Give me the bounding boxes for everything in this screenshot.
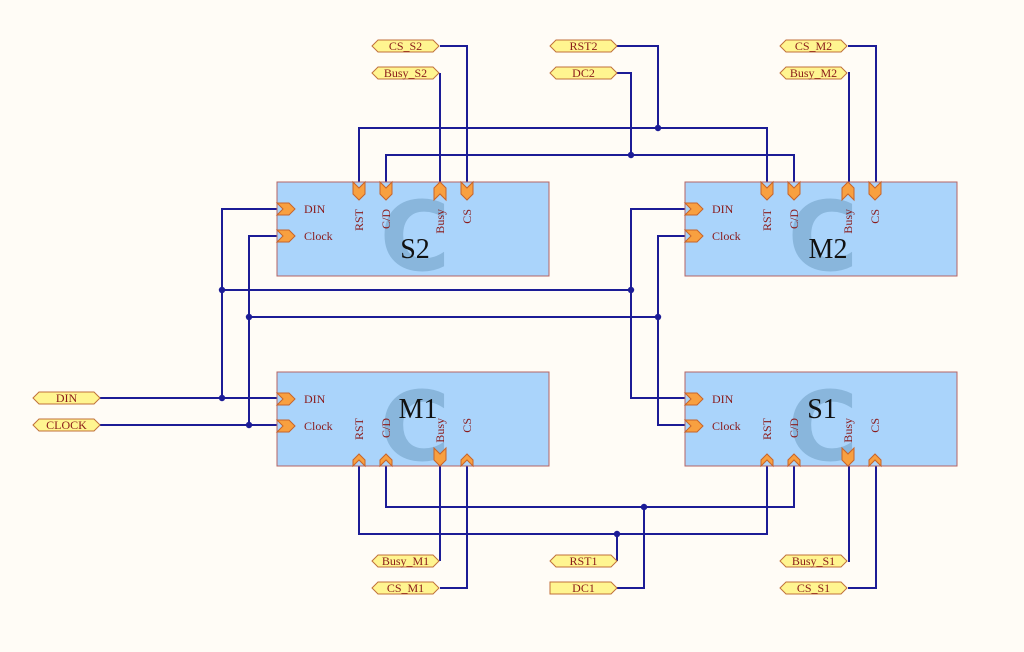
port-label: Busy_S2 <box>384 66 427 80</box>
wire-clock-s2[interactable] <box>248 235 277 425</box>
junction-dot <box>218 394 226 402</box>
port-busy-m2[interactable]: Busy_M2 <box>779 66 848 80</box>
pin-label: CS <box>460 209 474 224</box>
block-label: S1 <box>807 394 837 425</box>
block-label: M2 <box>809 234 848 265</box>
pin-label: Busy <box>433 418 447 443</box>
pin-label: CS <box>868 418 882 433</box>
port-label: CS_M1 <box>387 581 424 595</box>
pin-label: Busy <box>433 209 447 234</box>
port-cs-s1[interactable]: CS_S1 <box>779 581 848 595</box>
pin-label: RST <box>352 417 366 440</box>
wire-cs-s1[interactable] <box>848 466 877 589</box>
port-cs-m1[interactable]: CS_M1 <box>371 581 440 595</box>
wire-rst2[interactable] <box>617 45 659 128</box>
pin-label: C/D <box>379 209 393 229</box>
port-dc1[interactable]: DC1 <box>549 581 618 595</box>
port-rst1[interactable]: RST1 <box>549 554 618 568</box>
port-label: DC2 <box>572 66 595 80</box>
port-dc2[interactable]: DC2 <box>549 66 618 80</box>
wire-cs-m2[interactable] <box>848 45 877 182</box>
port-cs-s2[interactable]: CS_S2 <box>371 39 440 53</box>
port-label: Busy_S1 <box>792 554 835 568</box>
pin-label: Clock <box>304 419 333 433</box>
block-s1[interactable]: CS1DINClock RST C/D Busy CS <box>683 371 958 483</box>
wire-dc1[interactable] <box>617 507 645 589</box>
pin-label: C/D <box>379 418 393 438</box>
pin-label: Busy <box>841 209 855 234</box>
pin-label: CS <box>460 418 474 433</box>
junction-dot <box>654 124 662 132</box>
wire-cs-s2[interactable] <box>440 45 468 182</box>
pin-label: Clock <box>712 419 741 433</box>
pin-label: RST <box>760 417 774 440</box>
block-label: M1 <box>399 394 438 425</box>
port-cs-m2[interactable]: CS_M2 <box>779 39 848 53</box>
pin-label: DIN <box>304 202 326 216</box>
port-din[interactable]: DIN <box>32 391 101 405</box>
block-label: S2 <box>400 234 430 265</box>
junction-dot <box>245 421 253 429</box>
pin-label: DIN <box>304 392 326 406</box>
port-label: CS_S1 <box>797 581 830 595</box>
port-label: DC1 <box>572 581 595 595</box>
pin-label: C/D <box>787 418 801 438</box>
junction-dot <box>627 151 635 159</box>
port-busy-s1[interactable]: Busy_S1 <box>779 554 848 568</box>
port-busy-s2[interactable]: Busy_S2 <box>371 66 440 80</box>
pin-label: Busy <box>841 418 855 443</box>
pin-label: RST <box>352 208 366 231</box>
pin-label: Clock <box>304 229 333 243</box>
wire-dc2[interactable] <box>617 72 632 155</box>
pin-label: CS <box>868 209 882 224</box>
port-label: RST2 <box>569 39 597 53</box>
wire-cs-m1[interactable] <box>440 466 468 589</box>
schematic-canvas: CS2DINClockRST C/D Busy CS CM2DINClockRST C/D… <box>32 39 958 595</box>
junction-dot <box>654 313 662 321</box>
port-label: CS_S2 <box>389 39 422 53</box>
block-m2[interactable]: CM2DINClockRST C/D Busy CS <box>683 180 958 293</box>
wire-dc2-bus[interactable] <box>385 154 795 182</box>
wire-clock-right[interactable] <box>657 235 685 426</box>
port-label: Busy_M1 <box>382 554 429 568</box>
wire-busy-m2[interactable] <box>848 72 850 182</box>
pin-label: DIN <box>712 202 734 216</box>
block-m1[interactable]: CM1DINClock RST C/D Busy CS <box>275 371 550 483</box>
port-label: CLOCK <box>46 418 87 432</box>
port-busy-m1[interactable]: Busy_M1 <box>371 554 440 568</box>
block-s2[interactable]: CS2DINClockRST C/D Busy CS <box>275 180 550 293</box>
port-label: Busy_M2 <box>790 66 837 80</box>
port-clock[interactable]: CLOCK <box>32 418 101 432</box>
pin-label: DIN <box>712 392 734 406</box>
junction-dot <box>613 530 621 538</box>
port-label: RST1 <box>569 554 597 568</box>
port-label: DIN <box>56 391 78 405</box>
port-label: CS_M2 <box>795 39 832 53</box>
pin-label: Clock <box>712 229 741 243</box>
junction-dot <box>218 286 226 294</box>
pin-label: C/D <box>787 209 801 229</box>
pin-label: RST <box>760 208 774 231</box>
junction-dot <box>627 286 635 294</box>
junction-dot <box>245 313 253 321</box>
port-rst2[interactable]: RST2 <box>549 39 618 53</box>
junction-dot <box>640 503 648 511</box>
